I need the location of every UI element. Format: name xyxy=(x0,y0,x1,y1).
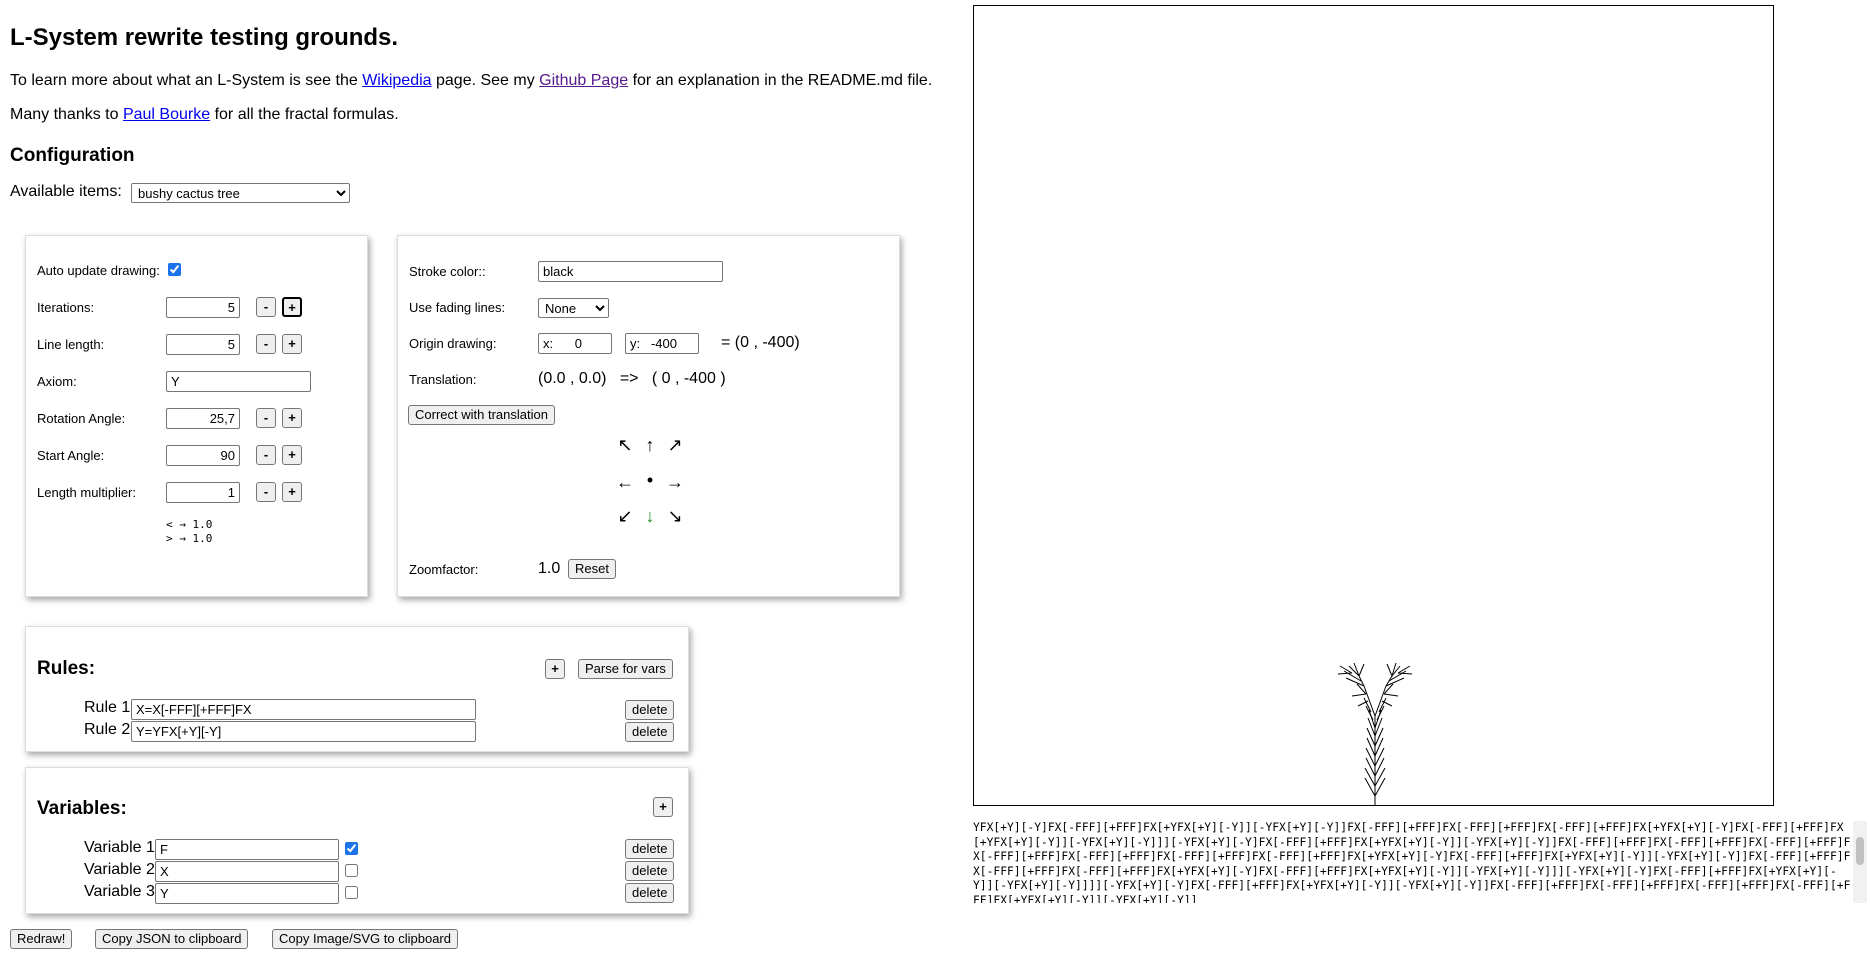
intro-text: To learn more about what an L-System is … xyxy=(10,72,363,89)
center-dot-icon[interactable]: • xyxy=(639,469,661,491)
iterations-label: Iterations: xyxy=(37,300,95,315)
configuration-heading: Configuration xyxy=(10,145,135,166)
auto-update-checkbox[interactable] xyxy=(168,263,181,276)
intro-text: Many thanks to xyxy=(10,106,123,123)
rule-1-label: Rule 1 xyxy=(84,699,131,716)
paul-bourke-link[interactable]: Paul Bourke xyxy=(123,106,210,123)
start-angle-label: Start Angle: xyxy=(37,448,105,463)
add-variable-button[interactable]: + xyxy=(653,797,673,817)
length-multiplier-label: Length multiplier: xyxy=(37,485,136,500)
variables-panel: Variables: + Variable 1 delete Variable … xyxy=(25,767,689,914)
arrow-south-icon[interactable]: ↓ xyxy=(639,505,661,527)
add-rule-button[interactable]: + xyxy=(545,659,565,679)
line-length-minus-button[interactable]: - xyxy=(256,334,276,354)
rule-1-input[interactable] xyxy=(131,699,476,720)
origin-x-input[interactable] xyxy=(538,333,612,354)
start-angle-input[interactable] xyxy=(166,445,240,466)
arrow-southeast-icon[interactable]: ↘ xyxy=(664,505,686,527)
lt-mapping-text: < → 1.0 xyxy=(166,518,213,531)
variable-2-checkbox[interactable] xyxy=(345,864,358,877)
axiom-input[interactable] xyxy=(166,371,311,392)
correct-with-translation-button[interactable]: Correct with translation xyxy=(408,405,555,425)
drawing-panel: Stroke color:: Use fading lines: None Or… xyxy=(397,235,900,597)
available-items-select[interactable]: bushy cactus tree xyxy=(131,183,350,203)
rotation-minus-button[interactable]: - xyxy=(256,408,276,428)
axiom-label: Axiom: xyxy=(37,374,77,389)
output-scrollbar-thumb[interactable] xyxy=(1856,837,1864,865)
parse-for-vars-button[interactable]: Parse for vars xyxy=(578,659,673,679)
iterations-minus-button[interactable]: - xyxy=(256,297,276,317)
fading-lines-label: Use fading lines: xyxy=(409,300,506,315)
translation-value: (0.0 , 0.0) => ( 0 , -400 ) xyxy=(538,370,726,387)
intro-text: for an explanation in the README.md file… xyxy=(628,72,933,89)
lsystem-plant-drawing xyxy=(1337,662,1413,805)
variable-2-delete-button[interactable]: delete xyxy=(625,861,675,881)
zoomfactor-label: Zoomfactor: xyxy=(409,562,479,577)
rules-heading: Rules: xyxy=(37,658,96,679)
intro-text: for all the fractal formulas. xyxy=(210,106,399,123)
rule-1-delete-button[interactable]: delete xyxy=(625,700,675,720)
stroke-color-input[interactable] xyxy=(538,261,723,282)
copy-json-button[interactable]: Copy JSON to clipboard xyxy=(95,929,249,949)
rotation-angle-input[interactable] xyxy=(166,408,240,429)
length-multiplier-input[interactable] xyxy=(166,482,240,503)
gt-mapping-text: > → 1.0 xyxy=(166,532,213,545)
rule-2-label: Rule 2 xyxy=(84,721,131,738)
lsystem-output-text: YFX[+Y][-Y]FX[-FFF][+FFF]FX[+YFX[+Y][-Y]… xyxy=(973,821,1851,903)
auto-update-label: Auto update drawing: xyxy=(37,263,160,278)
variable-1-input[interactable] xyxy=(155,839,339,860)
arrow-northeast-icon[interactable]: ↗ xyxy=(664,434,686,456)
line-length-plus-button[interactable]: + xyxy=(282,334,302,354)
line-length-input[interactable] xyxy=(166,334,240,355)
rule-2-input[interactable] xyxy=(131,721,476,742)
translation-label: Translation: xyxy=(409,372,477,387)
variable-2-input[interactable] xyxy=(155,861,339,882)
length-multiplier-minus-button[interactable]: - xyxy=(256,482,276,502)
iterations-plus-button[interactable]: + xyxy=(282,297,302,317)
output-scrollbar[interactable] xyxy=(1853,821,1867,903)
rotation-angle-label: Rotation Angle: xyxy=(37,411,126,426)
rotation-plus-button[interactable]: + xyxy=(282,408,302,428)
origin-drawing-label: Origin drawing: xyxy=(409,336,497,351)
variable-2-label: Variable 2 xyxy=(84,861,155,878)
variable-3-checkbox[interactable] xyxy=(345,886,358,899)
variables-heading: Variables: xyxy=(37,798,127,819)
variable-3-delete-button[interactable]: delete xyxy=(625,883,675,903)
arrow-north-icon[interactable]: ↑ xyxy=(639,434,661,456)
start-angle-plus-button[interactable]: + xyxy=(282,445,302,465)
variable-1-label: Variable 1 xyxy=(84,839,155,856)
stroke-color-label: Stroke color:: xyxy=(409,264,486,279)
length-multiplier-plus-button[interactable]: + xyxy=(282,482,302,502)
origin-result: = (0 , -400) xyxy=(721,334,800,351)
iterations-input[interactable] xyxy=(166,297,240,318)
variable-3-input[interactable] xyxy=(155,883,339,904)
arrow-west-icon[interactable]: ← xyxy=(614,471,636,493)
zoom-reset-button[interactable]: Reset xyxy=(568,559,616,579)
arrow-northwest-icon[interactable]: ↖ xyxy=(614,434,636,456)
settings-panel: Auto update drawing: Iterations: - + Lin… xyxy=(25,235,368,597)
arrow-southwest-icon[interactable]: ↙ xyxy=(614,505,636,527)
intro-text: page. See my xyxy=(431,72,540,89)
drawing-canvas[interactable] xyxy=(973,5,1774,806)
wikipedia-link[interactable]: Wikipedia xyxy=(362,72,431,89)
rules-panel: Rules: + Parse for vars Rule 1 delete Ru… xyxy=(25,626,689,752)
rule-2-delete-button[interactable]: delete xyxy=(625,722,675,742)
start-angle-minus-button[interactable]: - xyxy=(256,445,276,465)
zoomfactor-value: 1.0 xyxy=(538,560,561,577)
variable-3-label: Variable 3 xyxy=(84,883,155,900)
line-length-label: Line length: xyxy=(37,337,105,352)
redraw-button[interactable]: Redraw! xyxy=(10,929,73,949)
intro-paragraph-2: Many thanks to Paul Bourke for all the f… xyxy=(10,106,399,124)
available-items-label: Available items: xyxy=(10,183,122,200)
page-title: L-System rewrite testing grounds. xyxy=(10,24,399,51)
arrow-east-icon[interactable]: → xyxy=(664,471,686,493)
fading-lines-select[interactable]: None xyxy=(538,298,609,318)
variable-1-delete-button[interactable]: delete xyxy=(625,839,675,859)
copy-image-button[interactable]: Copy Image/SVG to clipboard xyxy=(272,929,458,949)
origin-y-input[interactable] xyxy=(625,333,699,354)
variable-1-checkbox[interactable] xyxy=(345,842,358,855)
github-page-link[interactable]: Github Page xyxy=(539,72,628,89)
intro-paragraph-1: To learn more about what an L-System is … xyxy=(10,72,932,90)
